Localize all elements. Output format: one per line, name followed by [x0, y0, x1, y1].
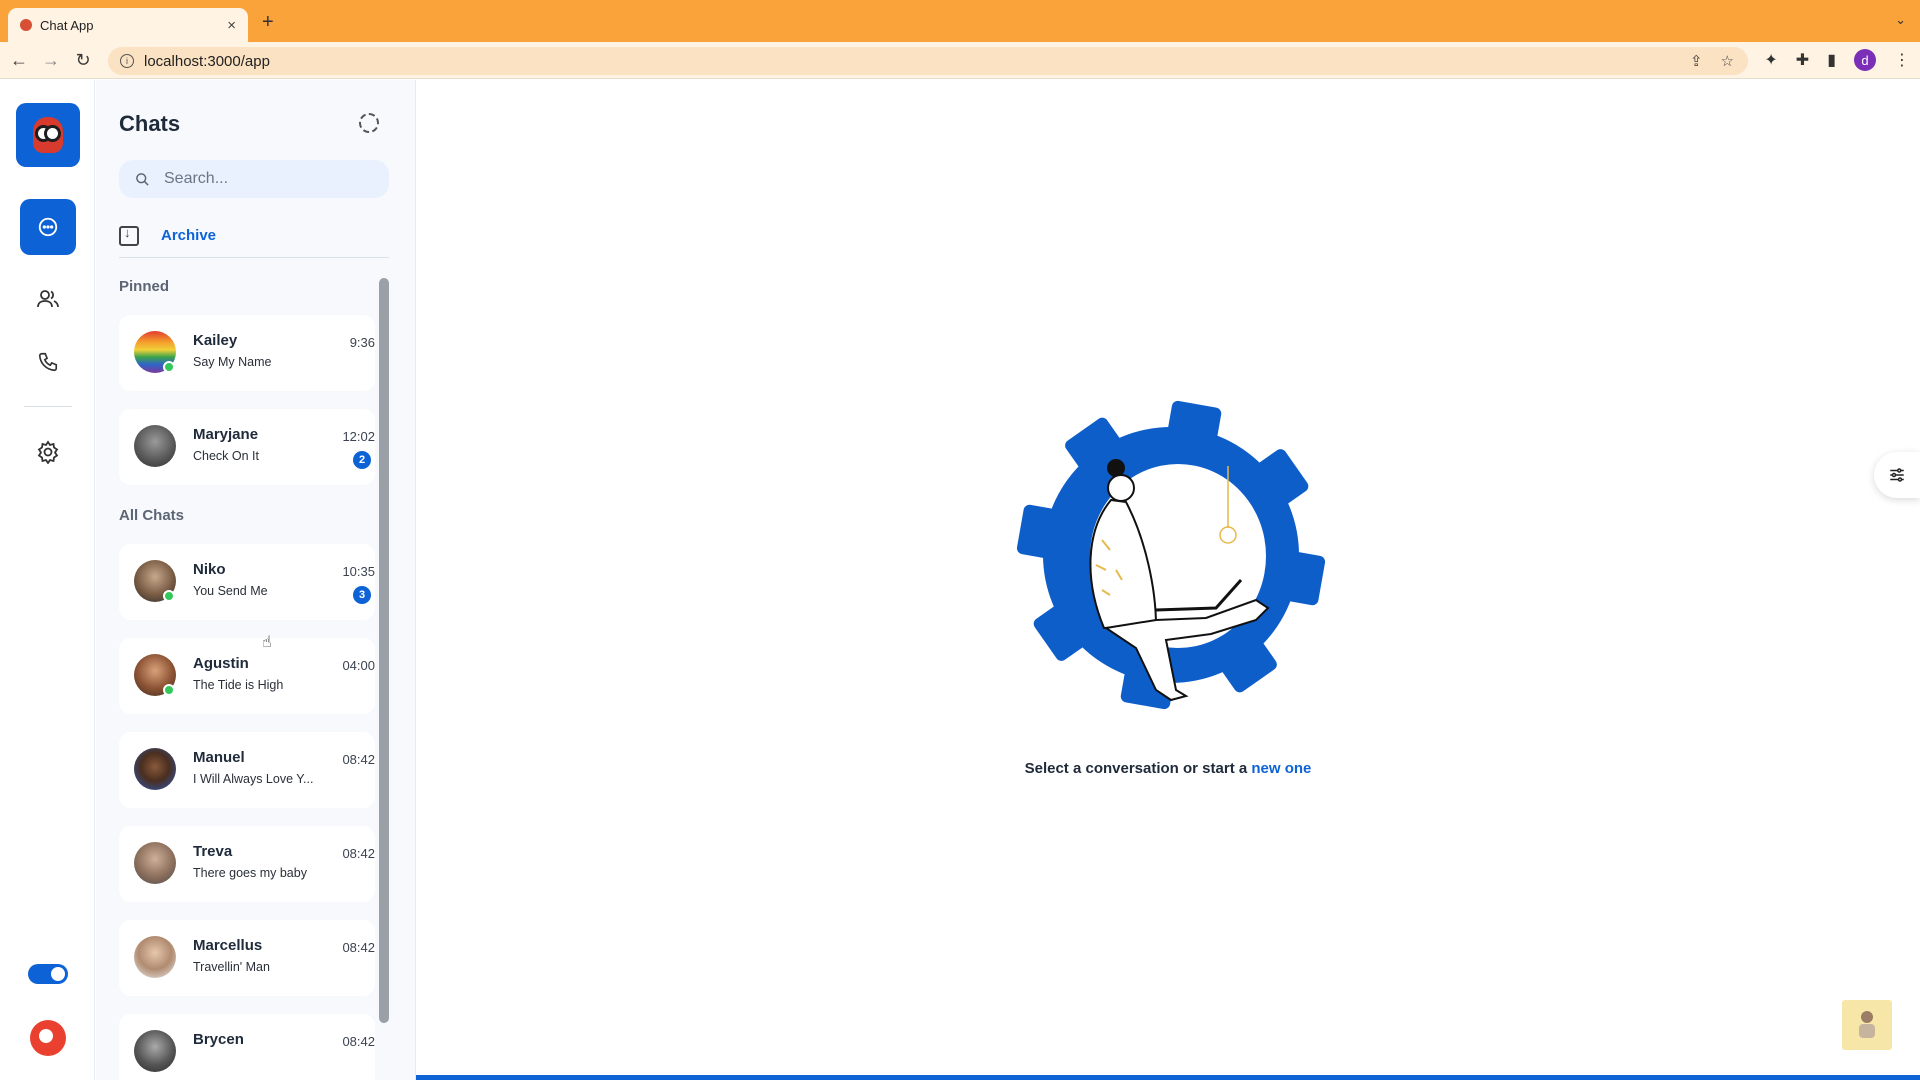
- theme-toggle[interactable]: [28, 964, 68, 984]
- theme-settings-button[interactable]: [1874, 452, 1920, 498]
- avatar: [134, 1030, 176, 1072]
- chat-card[interactable]: Marcellus Travellin' Man 08:42: [119, 920, 375, 996]
- phone-icon: [38, 352, 58, 372]
- search-input[interactable]: [164, 170, 364, 188]
- chat-preview: The Tide is High: [193, 678, 284, 692]
- favicon-icon: [20, 19, 32, 31]
- chat-card[interactable]: Kailey Say My Name 9:36: [119, 315, 375, 391]
- search-icon: [136, 172, 149, 186]
- unread-badge: 2: [353, 451, 371, 469]
- avatar: [134, 936, 176, 978]
- puzzle-icon[interactable]: ✚: [1796, 50, 1809, 70]
- new-conversation-link[interactable]: new one: [1251, 760, 1311, 777]
- archive-label: Archive: [161, 227, 217, 244]
- online-indicator: [163, 684, 175, 696]
- chat-preview: Check On It: [193, 449, 259, 463]
- corner-thumbnail-image[interactable]: [1842, 1000, 1892, 1050]
- reload-icon[interactable]: ↻: [70, 47, 96, 73]
- browser-tab-bar: Chat App × + ⌄: [0, 0, 1920, 42]
- users-icon: [37, 290, 59, 308]
- rail-contacts-button[interactable]: [20, 271, 76, 327]
- gear-icon: [37, 440, 59, 464]
- chat-name: Agustin: [193, 655, 249, 672]
- figure-icon: [1859, 1011, 1875, 1038]
- rail-calls-button[interactable]: [20, 334, 76, 390]
- rail-divider: [24, 406, 72, 407]
- chat-time: 08:42: [342, 1034, 375, 1049]
- chat-preview: I Will Always Love Y...: [193, 772, 314, 786]
- chat-time: 08:42: [342, 846, 375, 861]
- chat-preview: Say My Name: [193, 355, 272, 369]
- profile-avatar[interactable]: d: [1854, 49, 1876, 71]
- bookmark-star-icon[interactable]: ☆: [1721, 52, 1734, 70]
- chat-preview: There goes my baby: [193, 866, 307, 880]
- new-tab-button[interactable]: +: [262, 11, 274, 34]
- chat-list-scrollbar[interactable]: [379, 278, 389, 1023]
- new-group-dashed-circle-icon[interactable]: [359, 113, 379, 133]
- chat-name: Marcellus: [193, 937, 263, 954]
- online-indicator: [163, 590, 175, 602]
- online-indicator: [163, 361, 175, 373]
- forward-arrow-icon[interactable]: →: [38, 47, 64, 73]
- chat-card[interactable]: Niko You Send Me 10:35 3: [119, 544, 375, 620]
- chat-card[interactable]: Maryjane Check On It 12:02 2: [119, 409, 375, 485]
- browser-nav-bar: ← → ↻ i localhost:3000/app ⇪ ☆ ✦ ✚ ▮ d ⋮: [0, 42, 1920, 79]
- chat-time: 12:02: [342, 429, 375, 444]
- address-bar[interactable]: i localhost:3000/app ⇪ ☆: [108, 47, 1748, 75]
- url-text: localhost:3000/app: [144, 52, 270, 70]
- chat-card[interactable]: Manuel I Will Always Love Y... 08:42: [119, 732, 375, 808]
- browser-menu-icon[interactable]: ⋮: [1894, 50, 1910, 70]
- tab-title: Chat App: [40, 17, 94, 33]
- chat-time: 08:42: [342, 940, 375, 955]
- chat-preview: Travellin' Man: [193, 960, 270, 974]
- chat-card[interactable]: Agustin The Tide is High 04:00: [119, 638, 375, 714]
- empty-state-prompt: Select a conversation or start a new one: [416, 760, 1920, 777]
- prompt-text: Select a conversation or start a: [1024, 760, 1252, 777]
- rail-settings-button[interactable]: [20, 424, 76, 480]
- user-avatar[interactable]: [30, 1020, 66, 1056]
- search-bar[interactable]: [119, 160, 389, 198]
- browser-tab[interactable]: Chat App ×: [8, 8, 248, 42]
- pinned-heading: Pinned: [119, 278, 170, 295]
- back-arrow-icon[interactable]: ←: [6, 47, 32, 73]
- share-icon[interactable]: ⇪: [1690, 52, 1703, 70]
- chat-name: Maryjane: [193, 426, 259, 443]
- unread-badge: 3: [353, 586, 371, 604]
- side-panel-icon[interactable]: ▮: [1827, 50, 1836, 70]
- conversation-area: Select a conversation or start a new one: [416, 80, 1920, 1080]
- avatar: [134, 842, 176, 884]
- nav-rail: [0, 80, 95, 1080]
- tab-search-chevron-icon[interactable]: ⌄: [1895, 12, 1906, 28]
- rail-chats-button[interactable]: [20, 199, 76, 255]
- chat-name: Treva: [193, 843, 233, 860]
- site-info-icon[interactable]: i: [120, 54, 134, 68]
- chat-preview: You Send Me: [193, 584, 268, 598]
- chat-name: Brycen: [193, 1031, 244, 1048]
- all-chats-heading: All Chats: [119, 507, 185, 524]
- chat-card[interactable]: Brycen 08:42: [119, 1014, 375, 1080]
- bottom-accent-bar: [416, 1075, 1920, 1080]
- empty-state-illustration: [1016, 400, 1326, 710]
- chat-card[interactable]: Treva There goes my baby 08:42: [119, 826, 375, 902]
- chat-name: Niko: [193, 561, 226, 578]
- chat-time: 04:00: [342, 658, 375, 673]
- app-logo: [16, 103, 80, 167]
- panel-title: Chats: [119, 111, 181, 136]
- sliders-icon: [1890, 468, 1904, 482]
- chat-name: Kailey: [193, 332, 238, 349]
- mouse-cursor-icon: ☝: [262, 634, 272, 651]
- chat-time: 10:35: [342, 564, 375, 579]
- chat-time: 08:42: [342, 752, 375, 767]
- avatar: [134, 748, 176, 790]
- archive-row[interactable]: Archive: [119, 220, 389, 258]
- chat-time: 9:36: [349, 335, 375, 350]
- chat-name: Manuel: [193, 749, 245, 766]
- archive-icon: [119, 225, 139, 246]
- avatar: [134, 425, 176, 467]
- chat-bubble-icon: [38, 217, 58, 237]
- owl-logo-icon: [33, 117, 63, 153]
- extension-icon[interactable]: ✦: [1764, 50, 1777, 70]
- tab-close-icon[interactable]: ×: [227, 17, 236, 34]
